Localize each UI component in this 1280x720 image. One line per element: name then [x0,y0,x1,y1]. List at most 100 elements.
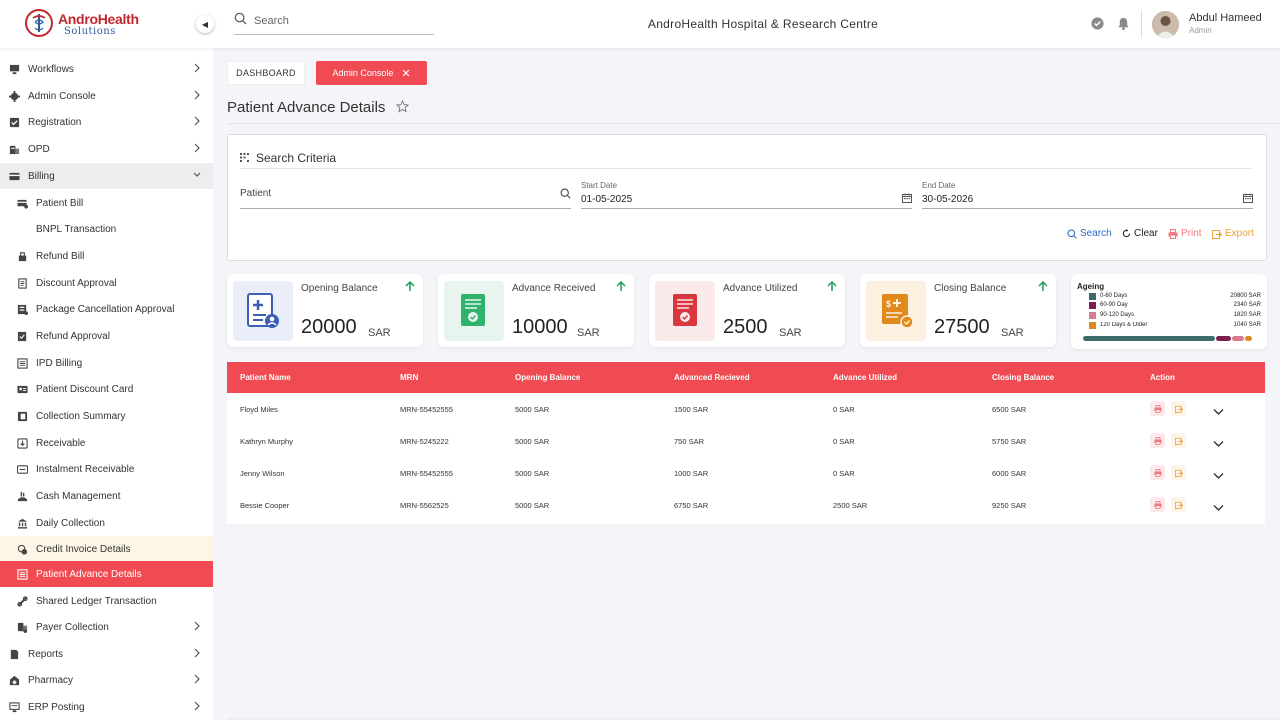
sidebar-collapse-button[interactable]: ◀ [196,15,214,33]
sidebar-item-opd[interactable]: OPD [0,136,213,162]
export-row-button[interactable] [1171,465,1186,480]
expand-row-button[interactable] [1213,467,1224,485]
table-cell: 0 SAR [833,405,855,414]
breadcrumb-admin-console[interactable]: Admin Console ✕ [316,61,427,85]
print-row-button[interactable] [1150,465,1165,480]
expand-row-button[interactable] [1213,499,1224,517]
table-row[interactable]: Floyd Miles MRN-55452555 5000 SAR 1500 SAR 0… [227,393,1265,425]
bell-icon[interactable] [1116,16,1131,31]
sidebar-item-refund-bill[interactable]: Refund Bill [0,243,213,269]
clear-button[interactable]: Clear [1122,228,1158,239]
table-row[interactable]: Kathryn Murphy MRN-5245222 5000 SAR 750 SAR… [227,425,1265,457]
logo[interactable]: AndroHealth Solutions [24,8,144,40]
print-row-button[interactable] [1150,433,1165,448]
bank-icon [17,518,28,529]
sidebar-item-credit-invoice-details[interactable]: Credit Invoice Details [0,536,213,562]
export-button[interactable]: Export [1212,228,1254,239]
patient-placeholder: Patient [240,188,272,199]
sidebar: Workflows Admin Console Registration OPD… [0,48,213,720]
start-date-field[interactable]: Start Date 01-05-2025 [581,179,912,209]
calendar-icon[interactable] [902,193,912,203]
sidebar-item-package-cancellation-approval[interactable]: Package Cancellation Approval [0,296,213,322]
avatar[interactable] [1152,11,1179,38]
table-cell: 5000 SAR [515,501,550,510]
ageing-row-label: 0-60 Days [1100,293,1128,299]
user-name[interactable]: Abdul Hameed [1189,12,1262,24]
sidebar-item-receivable[interactable]: Receivable [0,430,213,456]
caduceus-logo-icon [25,9,53,37]
breadcrumb-dashboard[interactable]: DASHBOARD [227,61,305,85]
search-input[interactable] [254,12,430,30]
column-header: Action [1150,373,1175,382]
table-row[interactable]: Bessie Cooper MRN-5562525 5000 SAR 6750 SAR… [227,489,1265,521]
arrow-up-icon [827,281,837,291]
table-cell: 5000 SAR [515,437,550,446]
print-row-button[interactable] [1150,401,1165,416]
sidebar-item-admin-console[interactable]: Admin Console [0,83,213,109]
sidebar-item-reports[interactable]: Reports [0,641,213,667]
sidebar-item-label: Collection Summary [36,410,126,422]
sidebar-item-registration[interactable]: Registration [0,109,213,135]
refund-icon [18,251,27,261]
sidebar-item-patient-advance-details[interactable]: Patient Advance Details [0,561,213,587]
chevron-down-icon [1213,505,1224,511]
sidebar-item-collection-summary[interactable]: Collection Summary [0,403,213,429]
sidebar-item-shared-ledger-transaction[interactable]: Shared Ledger Transaction [0,588,213,614]
sidebar-item-discount-approval[interactable]: Discount Approval [0,270,213,296]
table-cell: MRN-55452555 [400,405,453,414]
table-row[interactable]: Jenny Wilson MRN-55452555 5000 SAR 1000 SAR… [227,457,1265,489]
search-button[interactable]: Search [1067,228,1112,239]
print-row-button[interactable] [1150,497,1165,512]
card-value: 20000 [301,316,357,338]
table-cell: 1000 SAR [674,469,709,478]
print-button[interactable]: Print [1168,228,1202,239]
table-cell: MRN-5562525 [400,501,449,510]
sidebar-item-label: Patient Discount Card [36,383,134,395]
sidebar-item-bnpl-transaction[interactable]: BNPL Transaction [0,216,213,242]
opening-balance-icon-box [233,281,293,341]
verified-badge-icon[interactable] [1090,16,1105,31]
table-cell: 6750 SAR [674,501,709,510]
printer-icon [1153,468,1162,477]
export-row-button[interactable] [1171,433,1186,448]
card-unit: SAR [1001,327,1024,339]
clear-button-label: Clear [1134,228,1158,239]
close-icon[interactable]: ✕ [401,67,410,80]
arrow-up-icon [1038,281,1048,291]
sidebar-item-ipd-billing[interactable]: IPD Billing [0,350,213,376]
card-unit: SAR [577,327,600,339]
sidebar-item-patient-bill[interactable]: Patient Bill [0,190,213,216]
sidebar-item-cash-management[interactable]: Cash Management [0,483,213,509]
global-search[interactable] [234,10,434,35]
coins-icon [17,544,28,555]
sidebar-item-payer-collection[interactable]: Payer Collection [0,614,213,640]
arrow-up-icon [405,281,415,291]
export-row-button[interactable] [1171,401,1186,416]
expand-row-button[interactable] [1213,435,1224,453]
sidebar-item-daily-collection[interactable]: Daily Collection [0,510,213,536]
sidebar-item-instalment-receivable[interactable]: Instalment Receivable [0,456,213,482]
ageing-bar-segment [1232,336,1245,341]
sidebar-item-workflows[interactable]: Workflows [0,56,213,82]
export-row-button[interactable] [1171,497,1186,512]
sidebar-item-label: Workflows [28,63,74,75]
sidebar-item-pharmacy[interactable]: Pharmacy [0,667,213,693]
reset-icon [1122,229,1131,238]
calendar-icon[interactable] [1243,193,1253,203]
sidebar-item-patient-discount-card[interactable]: Patient Discount Card [0,376,213,402]
legend-swatch [1089,322,1096,329]
star-icon[interactable] [396,100,409,113]
sidebar-item-refund-approval[interactable]: Refund Approval [0,323,213,349]
table-header: Patient Name MRN Opening Balance Advance… [227,362,1265,393]
sidebar-item-erp-posting[interactable]: ERP Posting [0,694,213,720]
end-date-field[interactable]: End Date 30-05-2026 [922,179,1253,209]
legend-swatch [1089,302,1096,309]
expand-row-button[interactable] [1213,403,1224,421]
search-icon[interactable] [560,188,571,199]
patient-field[interactable]: Patient [240,179,571,209]
approval-icon [17,331,27,341]
advance-received-icon-box [444,281,504,341]
instalment-icon [17,464,28,474]
card-unit: SAR [779,327,802,339]
sidebar-item-billing[interactable]: Billing [0,163,213,189]
